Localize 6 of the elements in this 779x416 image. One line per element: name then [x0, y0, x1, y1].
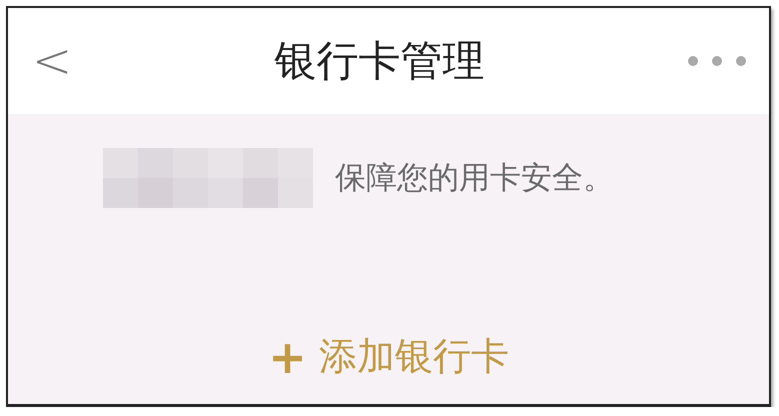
back-button[interactable]: <	[32, 37, 72, 85]
notice-text: 保障您的用卡安全。	[335, 159, 614, 198]
add-card-button[interactable]: + 添加银行卡	[264, 331, 513, 382]
page-title: 银行卡管理	[274, 35, 484, 87]
more-button[interactable]	[687, 54, 747, 68]
more-icon	[687, 54, 747, 68]
